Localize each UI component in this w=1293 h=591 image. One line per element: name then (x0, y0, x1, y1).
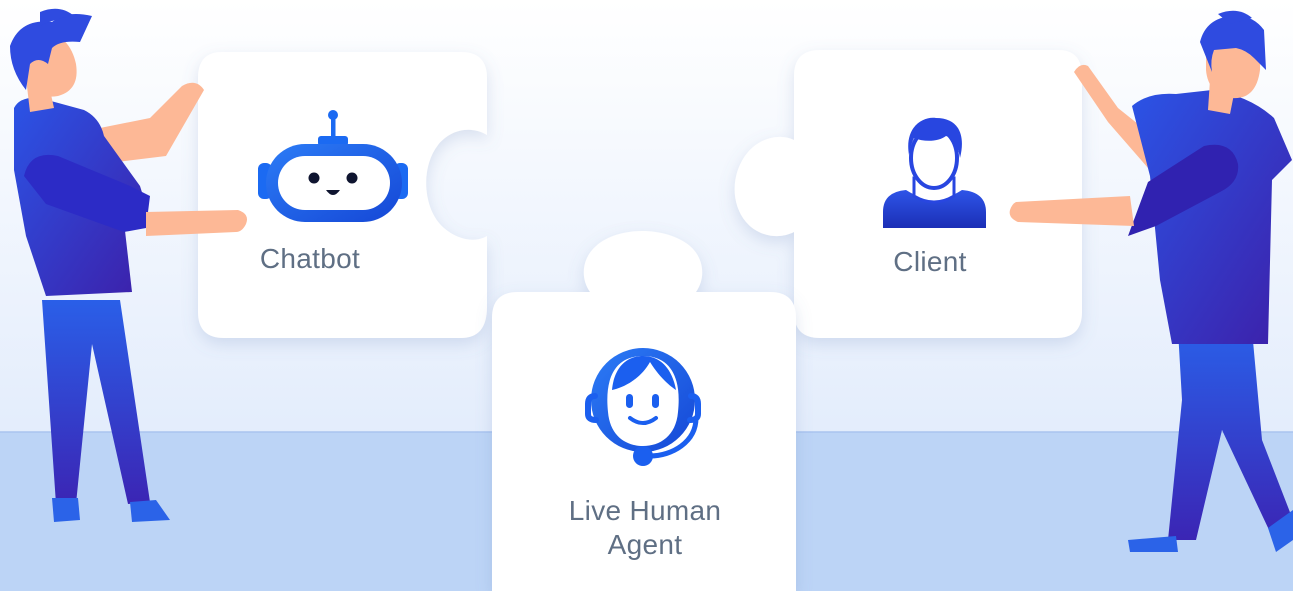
chatbot-label: Chatbot (259, 243, 361, 274)
client-label: Client (893, 246, 967, 277)
agent-label: Live Human Agent (568, 495, 722, 560)
